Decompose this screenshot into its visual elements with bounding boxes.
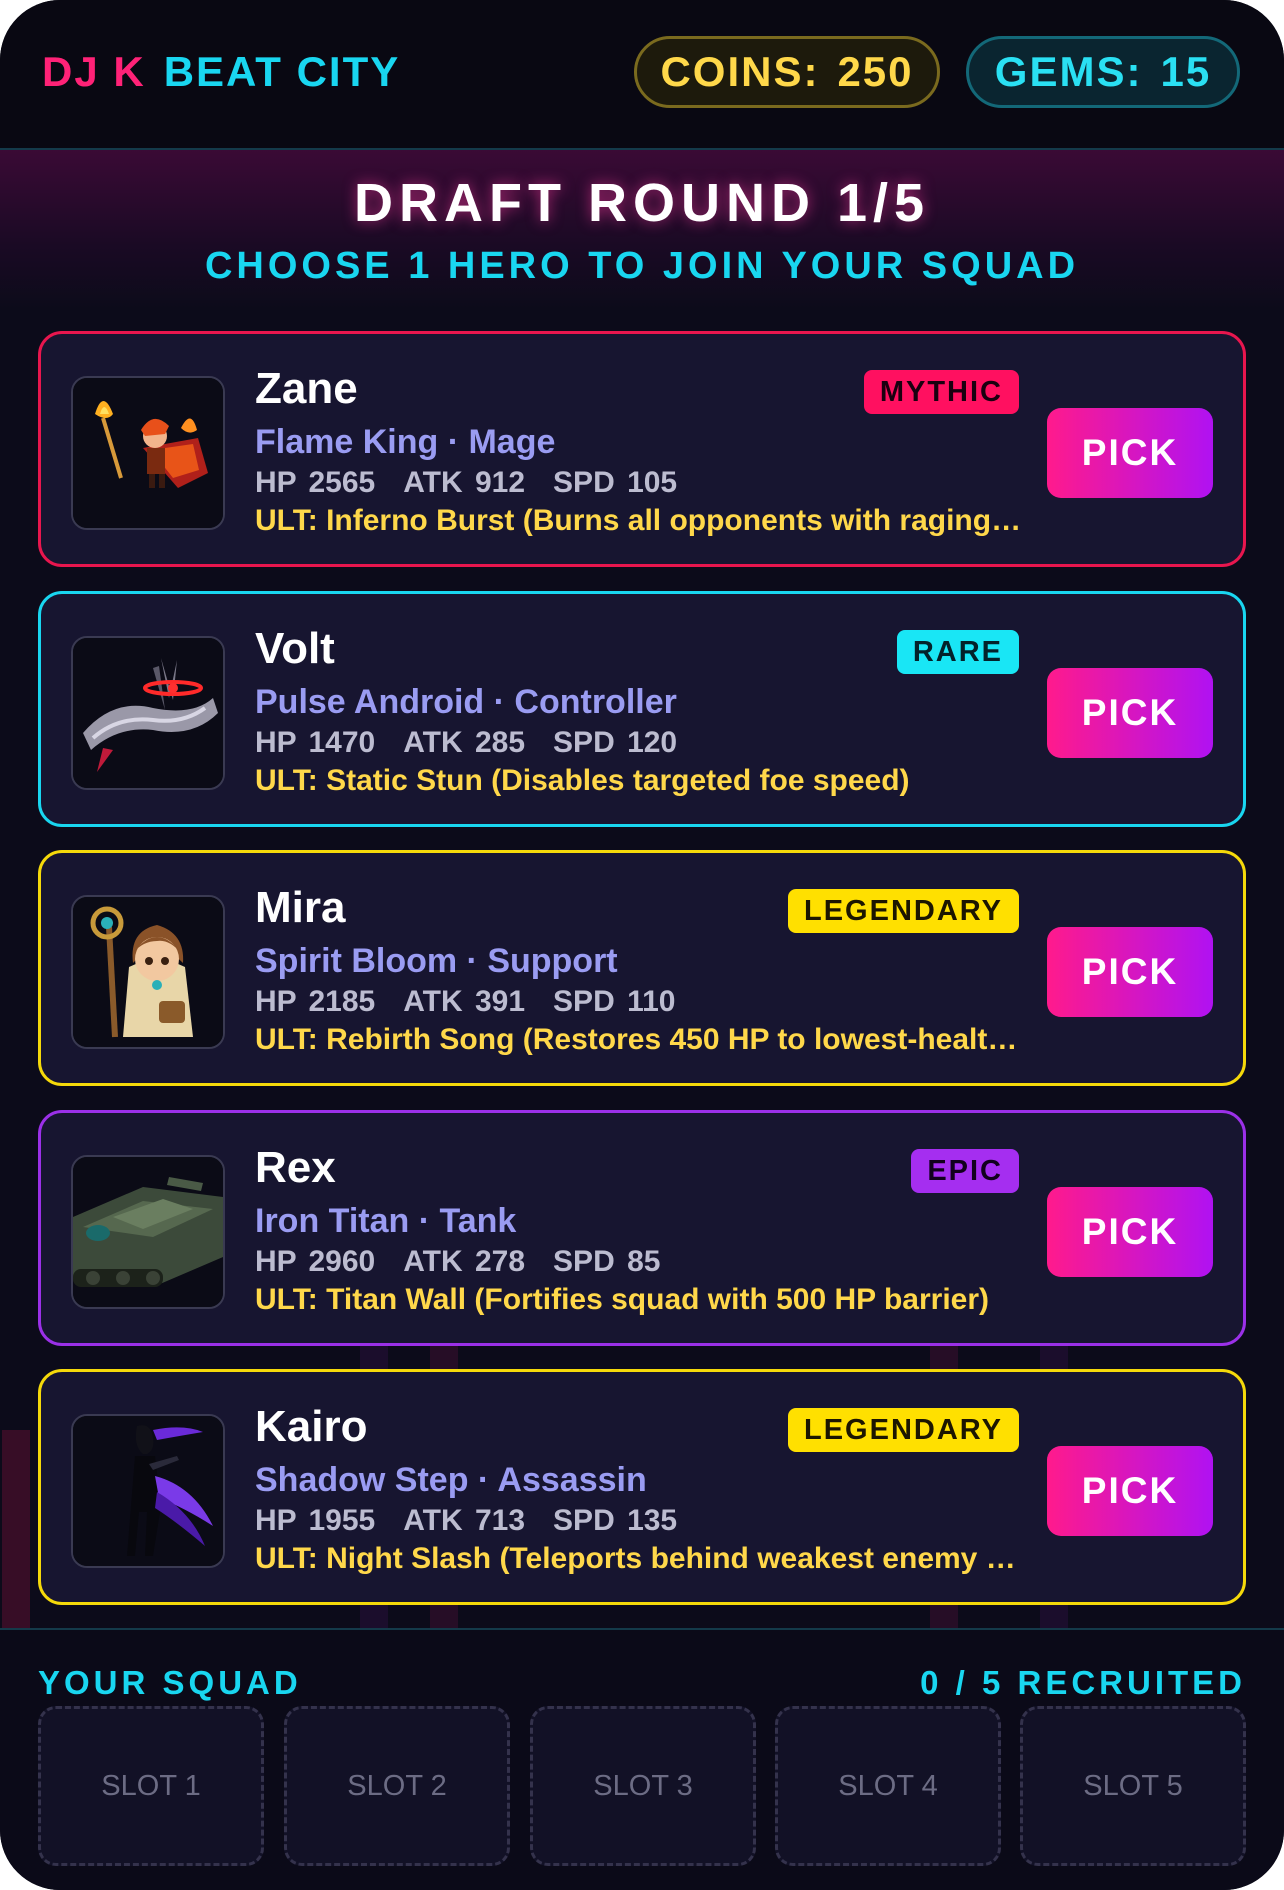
- rarity-badge: MYTHIC: [863, 370, 1019, 414]
- hero-card-volt[interactable]: Volt RARE Pulse Android · Controller HP …: [38, 591, 1246, 827]
- spd-stat: SPD 135: [553, 1504, 678, 1537]
- hero-stats: HP 2565 ATK 912 SPD 105: [255, 466, 705, 500]
- rarity-badge: RARE: [896, 630, 1019, 674]
- atk-stat: ATK 278: [403, 1245, 526, 1278]
- spd-stat: SPD 120: [553, 726, 678, 759]
- ultimate-description: ULT: Titan Wall (Fortifies squad with 50…: [255, 1283, 990, 1316]
- equalizer-bar: [2, 1430, 30, 1640]
- squad-slot-2[interactable]: SLOT 2: [284, 1706, 510, 1866]
- app-logo: DJ K BEAT CITY: [42, 48, 400, 96]
- pick-button[interactable]: PICK: [1047, 927, 1213, 1017]
- game-screen: DJ K BEAT CITY COINS: 250 GEMS: 15 DRAFT RO…: [0, 0, 1284, 1890]
- hero-name: Volt: [255, 624, 335, 673]
- coins-label: COINS:: [660, 48, 820, 95]
- squad-slot-3[interactable]: SLOT 3: [530, 1706, 756, 1866]
- hp-stat: HP 2565: [255, 466, 376, 499]
- pick-button[interactable]: PICK: [1047, 1446, 1213, 1536]
- recruit-count: 0 / 5 RECRUITED: [920, 1664, 1246, 1701]
- hero-subtitle: Flame King · Mage: [255, 423, 556, 461]
- rarity-badge: LEGENDARY: [788, 889, 1019, 933]
- hero-card-kairo[interactable]: Kairo LEGENDARY Shadow Step · Assassin H…: [38, 1369, 1246, 1605]
- hero-stats: HP 1955 ATK 713 SPD 135: [255, 1504, 705, 1538]
- gems-counter[interactable]: GEMS: 15: [966, 36, 1240, 108]
- rarity-badge: EPIC: [911, 1149, 1019, 1193]
- hero-subtitle: Iron Titan · Tank: [255, 1202, 517, 1240]
- tank-icon: [71, 1155, 225, 1309]
- ultimate-description: ULT: Static Stun (Disables targeted foe …: [255, 764, 910, 797]
- draft-instructions: CHOOSE 1 HERO TO JOIN YOUR SQUAD: [204, 245, 1080, 287]
- hero-name: Kairo: [255, 1402, 368, 1451]
- hero-subtitle: Pulse Android · Controller: [255, 683, 677, 721]
- atk-stat: ATK 285: [403, 726, 526, 759]
- squad-slot-5[interactable]: SLOT 5: [1020, 1706, 1246, 1866]
- ultimate-description: ULT: Rebirth Song (Restores 450 HP to lo…: [255, 1023, 1018, 1056]
- ultimate-description: ULT: Night Slash (Teleports behind weake…: [255, 1542, 1016, 1575]
- atk-stat: ATK 713: [403, 1504, 526, 1537]
- hero-stats: HP 2960 ATK 278 SPD 85: [255, 1245, 688, 1279]
- brand-city: BEAT CITY: [163, 48, 401, 95]
- draft-round-title: DRAFT ROUND 1/5: [353, 173, 931, 233]
- top-bar: DJ K BEAT CITY COINS: 250 GEMS: 15: [0, 0, 1284, 150]
- flame-mage-icon: [71, 376, 225, 530]
- hero-name: Mira: [255, 883, 346, 932]
- squad-title: YOUR SQUAD: [38, 1664, 302, 1701]
- brand-dj: DJ K: [42, 48, 146, 95]
- spd-stat: SPD 85: [553, 1245, 661, 1278]
- gems-label: GEMS:: [994, 48, 1143, 95]
- squad-panel: YOUR SQUAD 0 / 5 RECRUITED SLOT 1 SLOT 2…: [0, 1628, 1284, 1890]
- mech-dragon-icon: [71, 636, 225, 790]
- hero-name: Rex: [255, 1143, 336, 1192]
- hero-subtitle: Spirit Bloom · Support: [255, 942, 618, 980]
- hero-stats: HP 1470 ATK 285 SPD 120: [255, 726, 705, 760]
- ultimate-description: ULT: Inferno Burst (Burns all opponents …: [255, 504, 1022, 537]
- spd-stat: SPD 105: [553, 466, 678, 499]
- atk-stat: ATK 912: [403, 466, 526, 499]
- squad-slot-4[interactable]: SLOT 4: [775, 1706, 1001, 1866]
- squad-slot-1[interactable]: SLOT 1: [38, 1706, 264, 1866]
- pick-button[interactable]: PICK: [1047, 408, 1213, 498]
- hero-card-zane[interactable]: Zane MYTHIC Flame King · Mage HP 2565 ATK…: [38, 331, 1246, 567]
- hp-stat: HP 2960: [255, 1245, 376, 1278]
- hp-stat: HP 1955: [255, 1504, 376, 1537]
- pick-button[interactable]: PICK: [1047, 668, 1213, 758]
- shadow-assassin-icon: [71, 1414, 225, 1568]
- staff-healer-icon: [71, 895, 225, 1049]
- draft-header: DRAFT ROUND 1/5 CHOOSE 1 HERO TO JOIN YO…: [0, 150, 1284, 310]
- spd-stat: SPD 110: [553, 985, 676, 1018]
- pick-button[interactable]: PICK: [1047, 1187, 1213, 1277]
- gems-value: 15: [1160, 48, 1212, 95]
- hero-subtitle: Shadow Step · Assassin: [255, 1461, 647, 1499]
- hero-name: Zane: [255, 364, 358, 413]
- rarity-badge: LEGENDARY: [788, 1408, 1019, 1452]
- coins-value: 250: [837, 48, 914, 95]
- atk-stat: ATK 391: [403, 985, 526, 1018]
- hero-card-rex[interactable]: Rex EPIC Iron Titan · Tank HP 2960 ATK 27…: [38, 1110, 1246, 1346]
- hp-stat: HP 2185: [255, 985, 376, 1018]
- coins-counter[interactable]: COINS: 250: [634, 36, 940, 108]
- hero-stats: HP 2185 ATK 391 SPD 110: [255, 985, 703, 1019]
- hp-stat: HP 1470: [255, 726, 376, 759]
- hero-card-mira[interactable]: Mira LEGENDARY Spirit Bloom · Support HP…: [38, 850, 1246, 1086]
